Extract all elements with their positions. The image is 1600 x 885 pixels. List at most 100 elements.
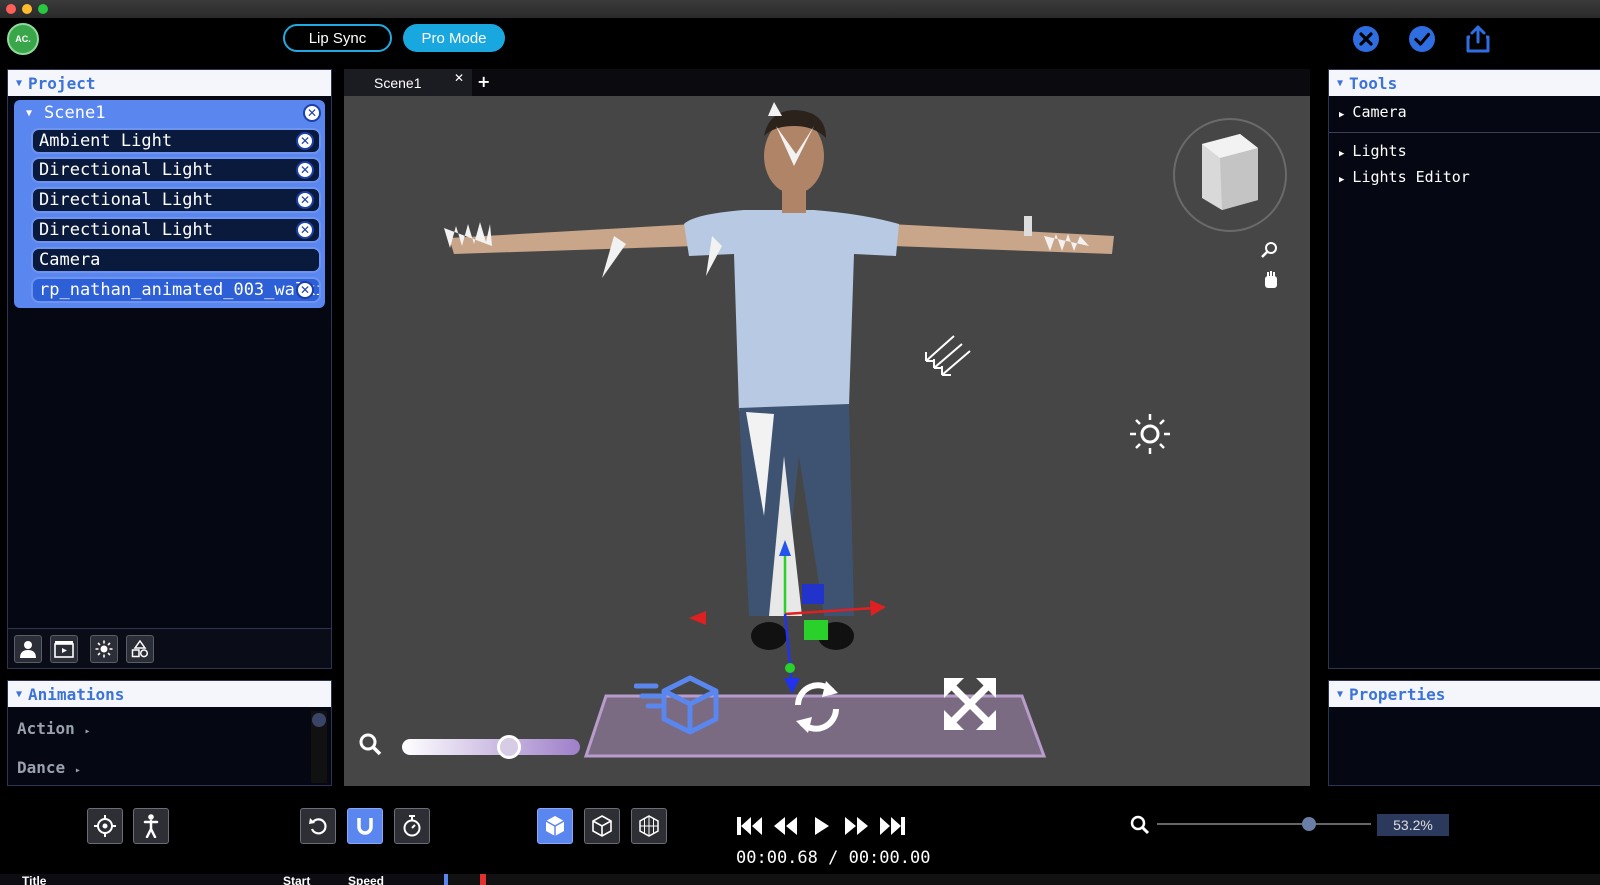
scale-slider-knob[interactable] [496,735,521,759]
collapse-triangle-icon: ▼ [1337,688,1344,700]
remove-item-icon[interactable]: ✕ [296,191,314,209]
scene-node[interactable]: ▼ Scene1 ✕ [14,100,325,126]
timeline-col-start: Start [283,874,311,885]
animations-scrollbar[interactable] [311,711,327,783]
directional-light-gizmo-icon[interactable] [925,335,971,376]
expand-triangle-icon: ▶ [1339,175,1345,185]
tools-panel-header[interactable]: ▼ Tools [1329,70,1600,96]
playback-time: 00:00.68 / 00:00.00 [736,848,931,868]
timeline-col-title: Title [22,874,47,885]
tree-item-directional-light-3[interactable]: Directional Light [31,217,321,243]
expand-triangle-icon: ▶ [1339,149,1345,159]
expand-triangle-icon: ▶ [1339,110,1345,120]
add-shape-button[interactable] [126,635,154,663]
scrollbar-thumb[interactable] [312,713,326,727]
add-character-button[interactable] [14,635,42,663]
tree-item-directional-light-2[interactable]: Directional Light [31,187,321,213]
timeline-zoom-value[interactable]: 53.2% [1377,814,1449,836]
timeline-zoom-knob[interactable] [1301,817,1316,831]
skip-to-start-icon[interactable] [734,812,764,840]
add-tab-icon[interactable]: + [477,72,490,91]
tree-item-character-model[interactable]: rp_nathan_animated_003_walking [31,277,321,303]
fast-forward-icon[interactable] [842,812,872,840]
divider [1329,132,1600,133]
timeline-zoom-icon [1130,815,1150,835]
focus-target-button[interactable] [87,808,123,844]
sun-light-gizmo-icon[interactable] [1130,414,1170,454]
solid-cube-icon [545,816,565,836]
snap-magnet-button[interactable] [347,808,383,844]
share-export-icon[interactable] [1463,24,1493,54]
tool-lights[interactable]: ▶ Lights [1339,142,1407,160]
play-icon[interactable] [806,812,836,840]
timeline-ruler[interactable] [444,874,1600,885]
skip-to-end-icon[interactable] [878,812,908,840]
stopwatch-icon [403,815,421,837]
animations-panel: ▼ Animations Action ▸ Dance ▸ [7,680,332,786]
timeline-col-speed: Speed [348,874,385,885]
grid-view-button[interactable] [631,808,667,844]
tree-item-directional-light-1[interactable]: Directional Light [31,157,321,183]
rewind-icon[interactable] [770,812,800,840]
remove-item-icon[interactable]: ✕ [296,161,314,179]
undo-button[interactable] [300,808,336,844]
3d-viewport[interactable] [344,96,1310,786]
remove-item-icon[interactable]: ✕ [296,281,314,299]
animation-category-label: Action [17,719,75,738]
tab-scene1[interactable]: Scene1 [344,69,472,96]
zoom-view-icon[interactable] [1261,242,1277,258]
add-scene-button[interactable] [50,635,78,663]
scene-node-label: Scene1 [44,103,106,123]
confirm-check-icon[interactable] [1407,24,1437,54]
minimize-window-icon[interactable] [22,4,32,14]
magnet-icon [357,818,373,835]
character-model[interactable] [444,102,1114,650]
timeline-zoom-slider[interactable] [1157,823,1371,825]
properties-panel-title: Properties [1349,684,1446,704]
avatar[interactable]: AC. [7,23,39,55]
remove-scene-icon[interactable]: ✕ [303,104,321,122]
timer-button[interactable] [394,808,430,844]
properties-panel-header[interactable]: ▼ Properties [1329,681,1600,707]
maximize-window-icon[interactable] [38,4,48,14]
crosshair-icon [94,815,116,837]
remove-item-icon[interactable]: ✕ [296,132,314,150]
pro-mode-button[interactable]: Pro Mode [403,24,505,52]
tree-item-camera[interactable]: Camera [31,247,321,273]
person-icon [20,641,36,658]
project-toolbar [8,628,331,668]
pan-hand-icon[interactable] [1265,271,1277,288]
chevron-right-icon: ▸ [84,726,91,737]
remove-item-icon[interactable]: ✕ [296,221,314,239]
orientation-cube[interactable] [1173,118,1287,232]
wireframe-view-button[interactable] [584,808,620,844]
project-panel-header[interactable]: ▼ Project [8,70,331,96]
playhead-marker[interactable] [480,874,486,885]
tree-item-label: Directional Light [39,160,213,180]
lip-sync-button[interactable]: Lip Sync [283,24,392,52]
animations-panel-header[interactable]: ▼ Animations [8,681,331,707]
tool-camera[interactable]: ▶ Camera [1339,103,1407,121]
animation-category-dance[interactable]: Dance ▸ [17,758,81,777]
standing-person-icon [143,814,159,838]
solid-view-button[interactable] [537,808,573,844]
collapse-triangle-icon: ▼ [26,107,33,119]
tree-item-ambient-light[interactable]: Ambient Light [31,128,321,154]
tool-label: Camera [1352,103,1407,121]
collapse-triangle-icon: ▼ [16,688,23,700]
animation-category-action[interactable]: Action ▸ [17,719,90,738]
properties-panel: ▼ Properties [1328,680,1600,786]
scale-slider[interactable] [402,735,580,759]
window-titlebar [0,0,1600,18]
scale-mode-expand-icon[interactable] [942,676,998,732]
close-tab-icon[interactable]: ✕ [454,71,464,85]
close-icon[interactable] [1351,24,1381,54]
tool-lights-editor[interactable]: ▶ Lights Editor [1339,168,1470,186]
tool-label: Lights [1352,142,1407,160]
close-window-icon[interactable] [6,4,16,14]
add-light-button[interactable] [90,635,118,663]
project-panel: ▼ Project ▼ Scene1 ✕ Ambient Light ✕ Dir… [7,69,332,669]
move-mode-cube-icon[interactable] [634,674,722,736]
character-pose-button[interactable] [133,808,169,844]
rotate-mode-icon[interactable] [788,679,846,735]
